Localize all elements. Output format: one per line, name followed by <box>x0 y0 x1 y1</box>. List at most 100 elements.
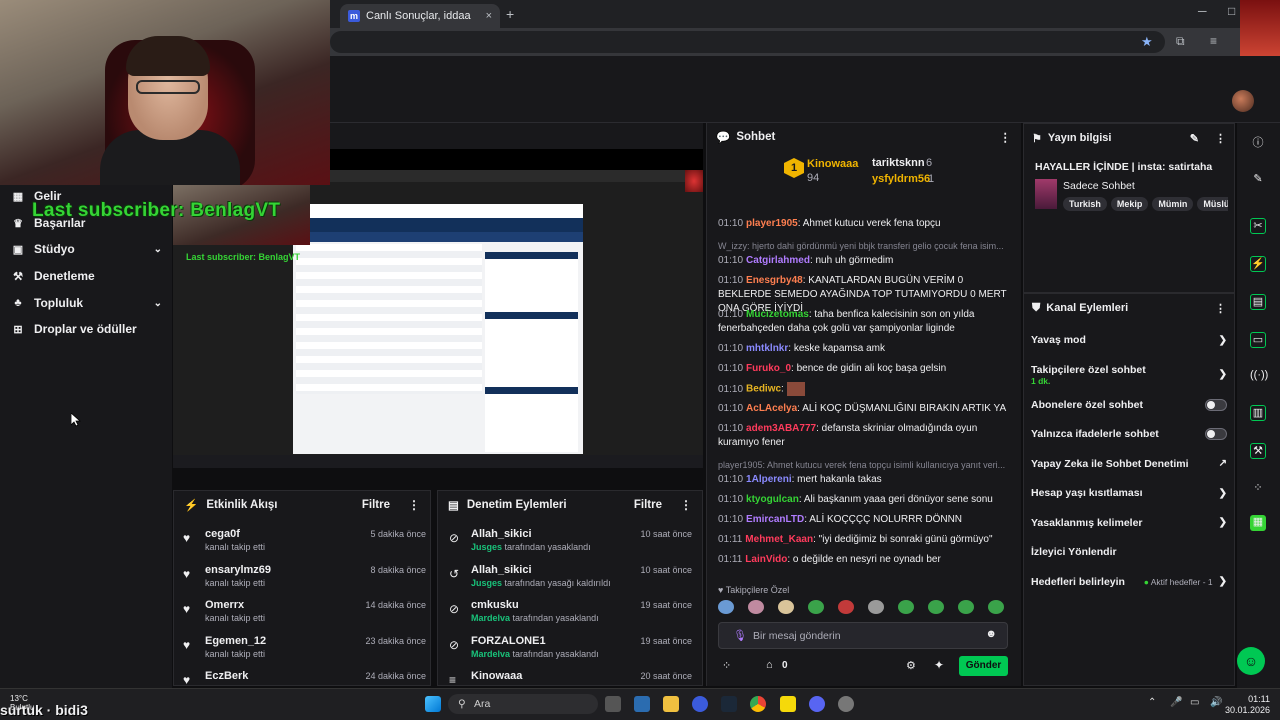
moderation-username[interactable]: Allah_sikici <box>471 528 532 540</box>
browser-tab[interactable]: m Canlı Sonuçlar, iddaa sonuçlar × <box>340 4 500 28</box>
more-options-icon[interactable]: ⋮ <box>1215 302 1226 315</box>
minimize-button[interactable]: ─ <box>1198 4 1207 18</box>
chat-username[interactable]: Catgirlahmed <box>746 255 810 266</box>
emote[interactable] <box>748 600 764 614</box>
chat-username[interactable]: Bediwc <box>746 384 781 395</box>
active-goals[interactable]: ● Aktif hedefler - 1 <box>1144 577 1213 587</box>
emote[interactable] <box>838 600 854 614</box>
channel-action-row[interactable]: İzleyici Yönlendir <box>1031 546 1227 558</box>
moderation-username[interactable]: Allah_sikici <box>471 564 532 576</box>
taskbar-clock[interactable]: 01:11 30.01.2026 <box>1225 694 1270 716</box>
chat-username[interactable]: Mehmet_Kaan <box>745 534 813 545</box>
extensions-icon[interactable]: ⧉ <box>1176 34 1185 49</box>
chat-username[interactable]: ktyogulcan <box>746 494 799 505</box>
restore-button[interactable]: □ <box>1228 4 1235 18</box>
activity-item[interactable]: ♥ cega0f kanalı takip etti 5 dakika önce <box>183 528 426 564</box>
channel-action-row[interactable]: Abonelere özel sohbet <box>1031 398 1227 411</box>
broadcast-icon[interactable]: ((·)) <box>1250 369 1268 385</box>
chat-input[interactable]: 🎙 Bir mesaj gönderin ☻ <box>718 622 1008 649</box>
moderator-name[interactable]: Mardelva <box>471 613 510 623</box>
emote[interactable] <box>868 600 884 614</box>
nav-item-topluluk[interactable]: ♣ Topluluk ⌄ <box>12 296 162 310</box>
chrome-icon[interactable] <box>750 696 766 712</box>
bot-icon[interactable]: ✦ <box>934 658 944 672</box>
channel-action-row[interactable]: Takipçilere özel sohbet 1 dk. ❯ <box>1031 364 1227 386</box>
activity-item[interactable]: ♥ Omerrx kanalı takip etti 14 dakika önce <box>183 599 426 635</box>
channel-action-row[interactable]: Hesap yaşı kısıtlaması ❯ <box>1031 487 1227 499</box>
tag[interactable]: Turkish <box>1063 197 1107 211</box>
chat-username[interactable]: Mucizetomas <box>746 309 809 320</box>
edit-pencil-icon[interactable]: ✎ <box>1190 132 1199 145</box>
activity-item[interactable]: ♥ ensarylmz69 kanalı takip etti 8 dakika ön… <box>183 564 426 600</box>
mic-icon[interactable]: 🎙 <box>733 629 747 642</box>
channel-action-row[interactable]: Yalnızca ifadelerle sohbet <box>1031 428 1227 440</box>
moderation-username[interactable]: Kinowaaa <box>471 670 522 682</box>
moderation-username[interactable]: FORZALONE1 <box>471 635 546 647</box>
moderation-item[interactable]: ⊘ FORZALONE1 Mardelva tarafından yasakland… <box>449 635 692 671</box>
microphone-icon[interactable]: 🎤 <box>1170 697 1182 708</box>
discord-icon[interactable] <box>809 696 825 712</box>
raid-icon[interactable]: ⚡ <box>1250 256 1266 272</box>
chat-username[interactable]: mhtklnkr <box>746 343 788 354</box>
extension-icon[interactable]: ▦ <box>1250 515 1266 531</box>
nav-item-studyo[interactable]: ▣ Stüdyo ⌄ <box>12 242 162 256</box>
channel-action-row[interactable]: Yavaş mod ❯ <box>1031 334 1227 346</box>
moderation-item[interactable]: ↺ Allah_sikici Jusges tarafından yasağı ka… <box>449 564 692 600</box>
profile-avatar[interactable] <box>1232 90 1254 112</box>
activity-username[interactable]: Egemen_12 <box>205 635 266 647</box>
emote[interactable] <box>778 600 794 614</box>
steam-icon[interactable] <box>721 696 737 712</box>
activity-username[interactable]: cega0f <box>205 528 240 540</box>
chat-username[interactable]: Furuko_0 <box>746 363 791 374</box>
emote[interactable] <box>958 600 974 614</box>
moderation-item[interactable]: ⊘ cmkusku Mardelva tarafından yasaklandı 19… <box>449 599 692 635</box>
moderation-item[interactable]: ≡ Kinowaaa 20 saat önce <box>449 670 692 706</box>
more-options-icon[interactable]: ⋮ <box>408 498 420 512</box>
obs-icon[interactable] <box>692 696 708 712</box>
channel-action-row[interactable]: Hedefleri belirleyin ● Aktif hedefler - 1… <box>1031 576 1227 588</box>
emoji-icon[interactable]: ☻ <box>985 628 997 640</box>
activity-username[interactable]: EczBerk <box>205 670 248 682</box>
chat-username[interactable]: player1905 <box>746 218 798 229</box>
nav-item-droplar[interactable]: ⊞ Droplar ve ödüller <box>12 322 162 336</box>
notes-app-icon[interactable] <box>780 696 796 712</box>
emote[interactable] <box>988 600 1004 614</box>
info-icon[interactable]: ⓘ <box>1250 134 1266 150</box>
channel-action-row[interactable]: Yapay Zeka ile Sohbet Denetimi ↗ <box>1031 458 1227 470</box>
emote[interactable] <box>718 600 734 614</box>
emote[interactable] <box>898 600 914 614</box>
emote[interactable] <box>928 600 944 614</box>
nav-item-denetleme[interactable]: ⚒ Denetleme <box>12 269 162 283</box>
emote[interactable] <box>808 600 824 614</box>
tag[interactable]: Mekip <box>1110 197 1149 211</box>
activity-filter-button[interactable]: Filtre <box>362 499 390 511</box>
moderator-name[interactable]: Mardelva <box>471 649 510 659</box>
leaderboard-first-name[interactable]: Kinowaaa <box>807 158 858 170</box>
more-options-icon[interactable]: ⋮ <box>1215 132 1226 145</box>
tag[interactable]: Mümin <box>1152 197 1194 211</box>
app-icon[interactable] <box>838 696 854 712</box>
channel-action-row[interactable]: Yasaklanmış kelimeler ❯ <box>1031 517 1227 529</box>
toggle-switch[interactable] <box>1205 428 1227 440</box>
moderation-item[interactable]: ⊘ Allah_sikici Jusges tarafından yasakland… <box>449 528 692 564</box>
windows-start-icon[interactable] <box>425 696 441 712</box>
tray-chevron-icon[interactable]: ⌃ <box>1148 697 1156 708</box>
moderator-name[interactable]: Jusges <box>471 542 502 552</box>
activity-item[interactable]: ♥ EczBerk 24 dakika önce <box>183 670 426 706</box>
users-icon[interactable]: ⁘ <box>1250 481 1266 497</box>
more-options-icon[interactable]: ⋮ <box>1000 130 1012 144</box>
moderation-filter-button[interactable]: Filtre <box>634 499 662 511</box>
moderator-name[interactable]: Jusges <box>471 578 502 588</box>
points-icon[interactable]: ⌂ <box>766 659 773 671</box>
activity-username[interactable]: ensarylmz69 <box>205 564 271 576</box>
toggle-switch[interactable] <box>1205 398 1227 411</box>
activity-username[interactable]: Omerrx <box>205 599 244 611</box>
reply-context[interactable]: W_izzy: hjerto dahi gördünmü yeni bbjk t… <box>718 239 1010 253</box>
activity-item[interactable]: ♥ Egemen_12 kanalı takip etti 23 dakika önc… <box>183 635 426 671</box>
clip-icon[interactable]: ✂ <box>1250 218 1266 234</box>
leaderboard-third-name[interactable]: ysfyldrm56 <box>872 173 930 185</box>
layout-icon[interactable]: ▥ <box>1250 405 1266 421</box>
chat-username[interactable]: Enesgrby48 <box>746 275 803 286</box>
chat-username[interactable]: EmircanLTD <box>746 514 804 525</box>
volume-icon[interactable]: 🔊 <box>1210 697 1222 708</box>
